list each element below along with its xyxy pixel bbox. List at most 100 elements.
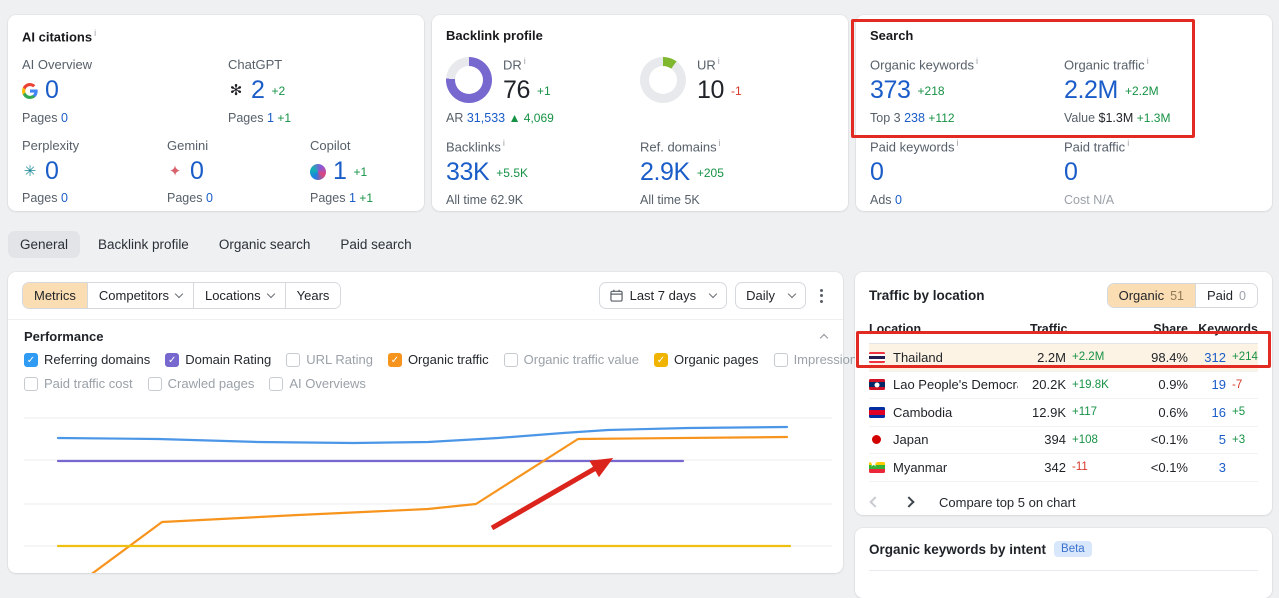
organic-traffic-value[interactable]: 2.2M [1064, 77, 1118, 105]
paid-keywords-value[interactable]: 0 [870, 159, 884, 187]
section-tabs: General Backlink profile Organic search … [8, 231, 424, 258]
column-keywords[interactable]: Keywords [1188, 322, 1258, 336]
divider [869, 570, 1258, 571]
ai-citations-row-2: Perplexity ✳ 0 Pages 0 Gemini ✦ 0 Pages 0 Copi… [22, 138, 410, 206]
segment-locations[interactable]: Locations [192, 283, 285, 308]
pages-label: Pages [22, 191, 58, 206]
location-row-cambodia[interactable]: Cambodia 12.9K +117 0.6% 16 +5 [869, 399, 1258, 427]
ur-change: -1 [731, 84, 742, 99]
top3-line: Top 3 238 +112 [870, 111, 1064, 125]
ai-citation-count[interactable]: 0 [190, 157, 204, 186]
keywords-count[interactable]: 5 [1188, 432, 1226, 447]
metric-checkbox-paid-traffic-cost[interactable]: Paid traffic cost [24, 376, 133, 391]
metric-checkbox-referring-domains[interactable]: ✓ Referring domains [24, 352, 150, 367]
ref-domains-block: Ref. domains i 2.9K +205 All time 5K [640, 138, 834, 207]
tab-organic-search[interactable]: Organic search [207, 231, 323, 258]
location-row-myanmar[interactable]: ★ Myanmar 342 -11 <0.1% 3 [869, 454, 1258, 482]
more-options-kebab[interactable] [814, 283, 829, 309]
top3-change: +112 [928, 110, 955, 125]
ur-label-text: UR [697, 57, 716, 73]
metric-checkbox-ai-overviews[interactable]: AI Overviews [269, 376, 366, 391]
ads-line: Ads 0 [870, 193, 1064, 207]
cambodia-flag [869, 406, 885, 418]
dr-value: 76 [503, 76, 531, 105]
keywords-count[interactable]: 16 [1188, 405, 1226, 420]
backlink-profile-card: Backlink profile DR i 76 +1 AR 31,533 ▲ 4,… [432, 15, 848, 211]
organic-keywords-value[interactable]: 373 [870, 77, 911, 105]
metric-checkbox-url-rating[interactable]: URL Rating [286, 352, 373, 367]
pages-count[interactable]: 0 [61, 191, 68, 205]
paid-traffic-value[interactable]: 0 [1064, 159, 1078, 187]
compare-top5-link[interactable]: Compare top 5 on chart [939, 495, 1076, 510]
ur-donut [640, 57, 686, 104]
metric-checkbox-crawled-pages[interactable]: Crawled pages [147, 376, 254, 391]
segment-metrics[interactable]: Metrics [23, 283, 87, 308]
metric-checkbox-organic-traffic-value[interactable]: Organic traffic value [503, 352, 639, 367]
tab-paid-search[interactable]: Paid search [328, 231, 423, 258]
location-row-japan[interactable]: Japan 394 +108 <0.1% 5 +3 [869, 427, 1258, 454]
chevron-down-icon [787, 289, 797, 299]
checkbox-icon: ✓ [165, 352, 180, 367]
next-page-icon[interactable] [903, 496, 915, 508]
keywords-change: +214 [1232, 351, 1258, 364]
traffic-value: 2.2M [1037, 349, 1066, 365]
ads-value[interactable]: 0 [895, 193, 902, 207]
view-segmented-control: Metrics Competitors Locations Years [22, 282, 342, 309]
toggle-paid[interactable]: Paid 0 [1195, 284, 1257, 307]
pages-count[interactable]: 0 [206, 191, 213, 205]
metric-label: Domain Rating [185, 352, 272, 367]
myanmar-flag: ★ [869, 461, 885, 473]
ref-domains-value[interactable]: 2.9K [640, 159, 690, 187]
pages-label: Pages [228, 110, 264, 125]
column-share[interactable]: Share [1124, 322, 1188, 336]
pages-label: Pages [167, 191, 203, 206]
ai-citation-count[interactable]: 0 [45, 157, 59, 186]
location-row-thailand[interactable]: Thailand 2.2M +2.2M 98.4% 312 +214 [869, 344, 1258, 372]
metric-checkbox-impressions[interactable]: Impressions [773, 352, 864, 367]
checkbox-icon [147, 376, 162, 391]
keywords-count[interactable]: 312 [1188, 350, 1226, 365]
info-icon: i [717, 56, 720, 66]
segment-competitors[interactable]: Competitors [86, 283, 193, 308]
keywords-count[interactable]: 19 [1188, 377, 1226, 392]
ai-citation-count[interactable]: 0 [45, 77, 59, 105]
card-title-text: AI citations [22, 29, 93, 45]
organic-traffic-change: +2.2M [1124, 84, 1159, 99]
chevron-down-icon [266, 289, 275, 299]
keywords-count[interactable]: 3 [1188, 460, 1226, 475]
location-row-laos[interactable]: Lao People's Democratic Reput 20.2K +19.8K… [869, 372, 1258, 399]
traffic-change: +108 [1072, 433, 1098, 446]
value-label: Value [1064, 110, 1096, 125]
collapse-chevron-icon[interactable] [819, 333, 829, 343]
metric-checkbox-organic-pages[interactable]: ✓ Organic pages [654, 352, 759, 367]
date-range-dropdown[interactable]: Last 7 days [598, 282, 728, 309]
ai-citation-perplexity: Perplexity ✳ 0 Pages 0 [22, 138, 167, 206]
metric-checkbox-domain-rating[interactable]: ✓ Domain Rating [165, 352, 271, 367]
organic-keywords-block: Organic keywords i 373 +218 Top 3 238 +112 [870, 56, 1064, 125]
share-value: 0.9% [1158, 377, 1188, 393]
cost-label: Cost [1064, 192, 1090, 207]
segment-years[interactable]: Years [284, 283, 341, 308]
ai-citation-gemini: Gemini ✦ 0 Pages 0 [167, 138, 310, 206]
series-referring-domains [56, 425, 789, 445]
pages-count[interactable]: 0 [61, 111, 68, 125]
ai-citations-row-1: AI Overview 0 Pages 0 ChatGPT ✻ 2 +2 Pages 1 +… [22, 57, 410, 125]
column-traffic[interactable]: Traffic [1018, 322, 1124, 336]
toggle-organic[interactable]: Organic 51 [1107, 284, 1196, 307]
granularity-dropdown[interactable]: Daily [735, 282, 806, 309]
tab-general[interactable]: General [8, 231, 81, 258]
column-location[interactable]: Location [869, 322, 1018, 336]
metric-checkbox-organic-traffic[interactable]: ✓ Organic traffic [387, 352, 489, 367]
tab-backlink-profile[interactable]: Backlink profile [86, 231, 201, 258]
top3-value[interactable]: 238 [904, 111, 925, 125]
ai-citation-count[interactable]: 2 [251, 77, 265, 105]
pages-count[interactable]: 1 [349, 191, 356, 205]
toggle-label: Paid [1207, 288, 1234, 303]
location-name: Japan [893, 432, 929, 448]
gemini-icon: ✦ [168, 162, 182, 180]
ai-citation-count[interactable]: 1 [333, 157, 347, 186]
ar-value[interactable]: 31,533 [467, 111, 505, 125]
backlinks-value[interactable]: 33K [446, 159, 490, 187]
pages-count[interactable]: 1 [267, 111, 274, 125]
prev-page-icon[interactable] [869, 496, 881, 508]
